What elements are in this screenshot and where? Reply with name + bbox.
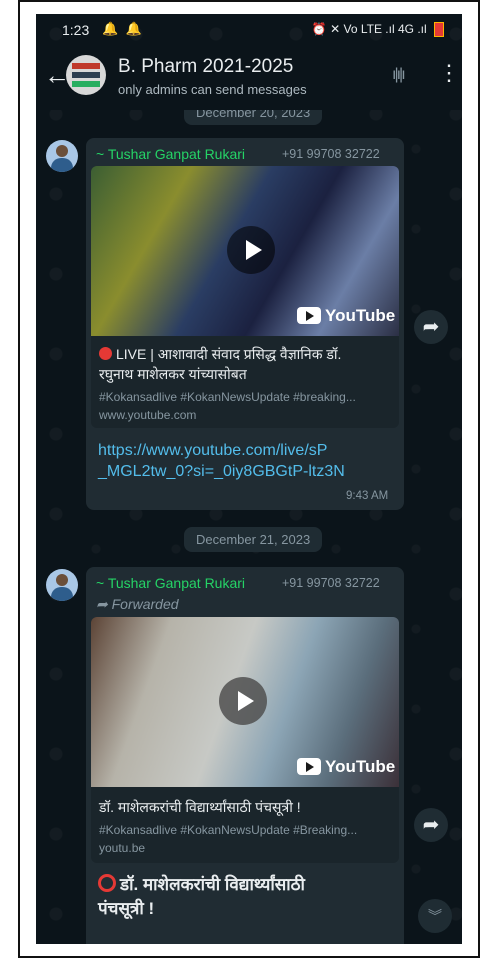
chevrons-down-icon[interactable]: ︾ [418,899,452,933]
preview-description: #Kokansadlive #KokanNewsUpdate #breaking… [99,390,356,404]
message-bubble[interactable]: ~ Tushar Ganpat Rukari +91 99708 32722 ➦… [86,567,404,944]
sender-name[interactable]: ~ Tushar Ganpat Rukari [96,575,245,591]
group-title[interactable]: B. Pharm 2021-2025 [118,56,293,78]
avatar[interactable] [46,140,78,172]
forwarded-label: ➦ Forwarded [96,596,179,612]
message-link[interactable]: https://www.youtube.com/live/sP _MGL2tw_0… [98,440,398,482]
notification-bell-icons: 🔔 🔔 [102,21,144,36]
preview-title[interactable]: LIVE | आशावादी संवाद प्रसिद्ध वैज्ञानिक … [99,344,395,384]
link-preview[interactable]: YouTube डॉ. माशेलकरांची विद्यार्थ्यांसाठ… [91,617,399,863]
play-icon[interactable] [219,677,267,725]
voice-chat-icon[interactable]: ı|ı|ı [392,66,406,84]
avatar[interactable] [46,569,78,601]
status-right-icons: ⏰ ✕ Vo LTE .ıl 4G .ıl [311,22,444,38]
live-dot-icon [99,347,112,360]
battery-icon [434,22,444,38]
preview-description: #Kokansadlive #KokanNewsUpdate #Breaking… [99,823,358,837]
red-circle-icon [98,874,116,892]
preview-title[interactable]: डॉ. माशेलकरांची विद्यार्थ्यांसाठी पंचसूत… [99,797,395,817]
more-options-icon[interactable]: ⋮ [438,62,460,84]
date-chip: December 21, 2023 [184,527,323,552]
youtube-logo: YouTube [297,306,395,326]
phone-screen: 1:23 🔔 🔔 ⏰ ✕ Vo LTE .ıl 4G .ıl ← B. Phar… [36,14,462,944]
share-arrow-icon[interactable]: ➦ [414,808,448,842]
sender-phone: +91 99708 32722 [282,147,380,161]
play-icon[interactable] [227,226,275,274]
forwarded-arrow-icon: ➦ [96,596,112,612]
youtube-logo: YouTube [297,757,395,777]
share-arrow-icon[interactable]: ➦ [414,310,448,344]
link-preview[interactable]: YouTube LIVE | आशावादी संवाद प्रसिद्ध वै… [91,166,399,428]
sender-phone: +91 99708 32722 [282,576,380,590]
group-avatar[interactable] [66,55,106,95]
preview-domain: www.youtube.com [99,408,197,422]
preview-domain: youtu.be [99,841,146,855]
youtube-play-icon [297,758,321,775]
message-bubble[interactable]: ~ Tushar Ganpat Rukari +91 99708 32722 Y… [86,138,404,510]
status-bar: 1:23 🔔 🔔 ⏰ ✕ Vo LTE .ıl 4G .ıl [36,14,462,46]
chat-header: ← B. Pharm 2021-2025 only admins can sen… [36,46,462,110]
sender-name[interactable]: ~ Tushar Ganpat Rukari [96,146,245,162]
group-subtitle: only admins can send messages [118,82,307,97]
message-text: डॉ. माशेलकरांची विद्यार्थ्यांसाठी पंचसूत्… [98,874,305,918]
message-time: 9:43 AM [346,490,389,502]
status-time: 1:23 [62,22,90,38]
youtube-play-icon [297,307,321,324]
signal-icons: ⏰ ✕ Vo LTE .ıl 4G .ıl [311,22,427,36]
